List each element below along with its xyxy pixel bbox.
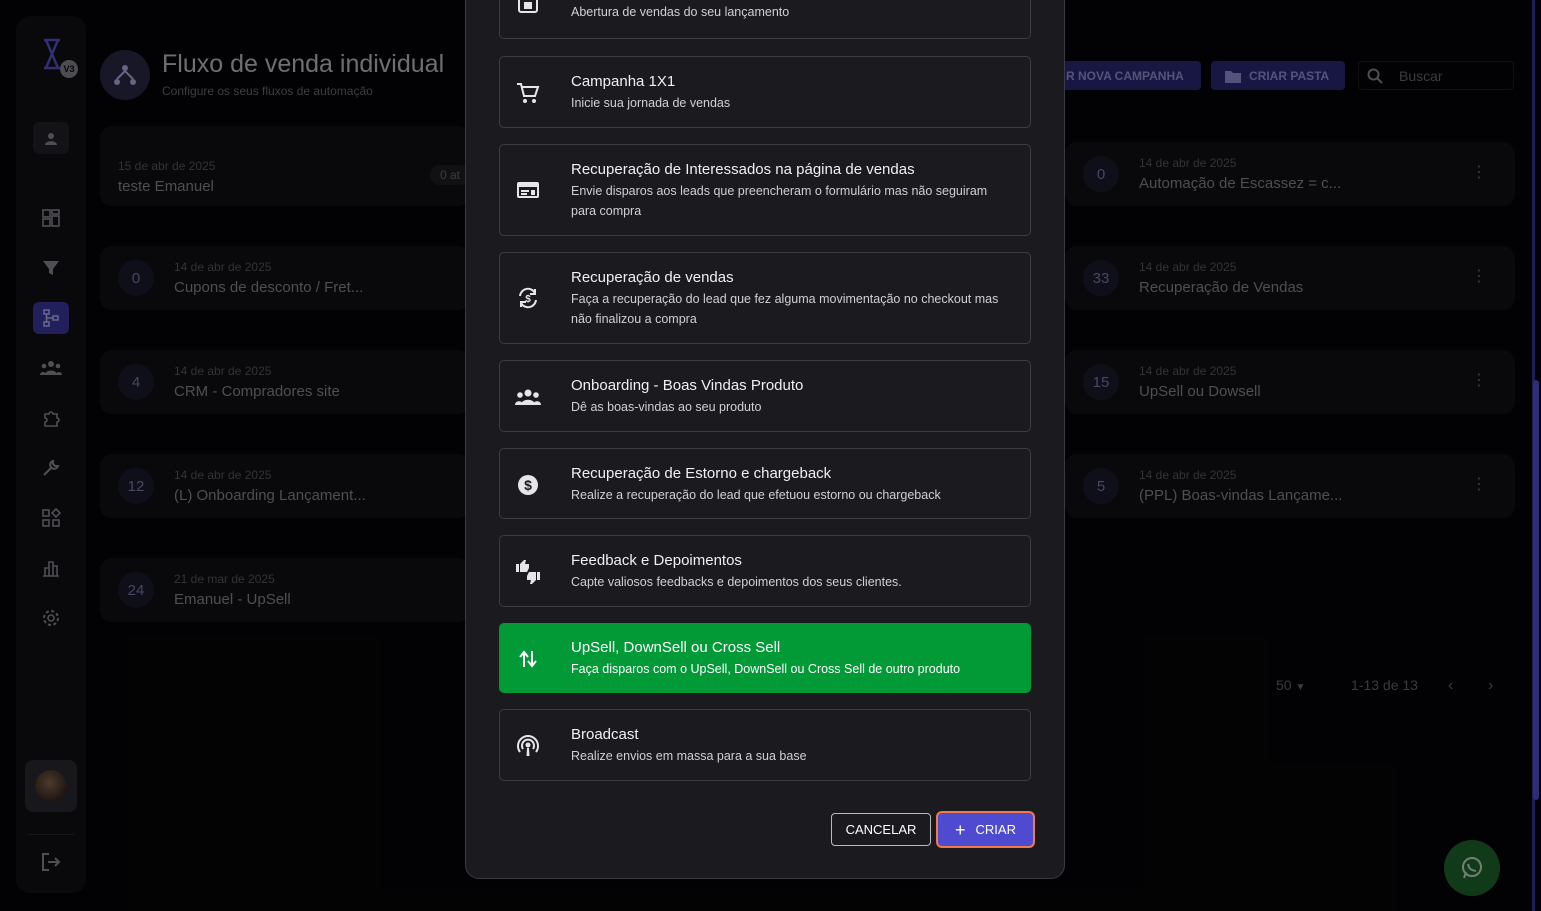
thumbs-icon <box>514 558 542 586</box>
svg-text:$: $ <box>525 294 531 305</box>
option-title: Recuperação de Estorno e chargeback <box>571 465 832 482</box>
option-recuperacao-vendas[interactable]: $ Recuperação de vendas Faça a recuperaç… <box>499 252 1031 344</box>
cart-icon <box>514 79 542 107</box>
option-description: Realize a recuperação do lead que efetuo… <box>571 488 941 502</box>
swap-vertical-icon <box>514 645 542 673</box>
dollar-circle-icon: $ <box>514 471 542 499</box>
plus-icon: + <box>955 819 966 840</box>
web-form-icon <box>514 176 542 204</box>
option-description: Realize envios em massa para a sua base <box>571 749 807 763</box>
svg-text:$: $ <box>524 477 532 493</box>
create-flow-dialog: Abertura de vendas do seu lançamento Cam… <box>465 0 1065 879</box>
option-feedback[interactable]: Feedback e Depoimentos Capte valiosos fe… <box>499 535 1031 607</box>
option-recuperacao-interessados[interactable]: Recuperação de Interessados na página de… <box>499 144 1031 236</box>
option-title: UpSell, DownSell ou Cross Sell <box>571 639 781 656</box>
option-description: Inicie sua jornada de vendas <box>571 96 731 110</box>
create-button-label: CRIAR <box>975 822 1016 837</box>
option-broadcast[interactable]: Broadcast Realize envios em massa para a… <box>499 709 1031 781</box>
option-upsell[interactable]: UpSell, DownSell ou Cross Sell Faça disp… <box>499 623 1031 693</box>
option-onboarding[interactable]: Onboarding - Boas Vindas Produto Dê as b… <box>499 360 1031 432</box>
option-description: Abertura de vendas do seu lançamento <box>571 5 790 19</box>
option-description: Faça a recuperação do lead que fez algum… <box>571 292 999 326</box>
option-title: Broadcast <box>571 726 639 743</box>
option-description: Faça disparos com o UpSell, DownSell ou … <box>571 662 961 676</box>
option-title: Campanha 1X1 <box>571 73 676 90</box>
create-button[interactable]: + CRIAR <box>936 811 1035 848</box>
cancel-button[interactable]: CANCELAR <box>831 813 931 846</box>
podcast-icon <box>514 732 542 760</box>
currency-sync-icon: $ <box>514 284 542 312</box>
option-title: Recuperação de vendas <box>571 269 734 286</box>
option-description: Capte valiosos feedbacks e depoimentos d… <box>571 575 902 589</box>
calendar-icon <box>514 0 542 20</box>
option-campanha-1x1[interactable]: Campanha 1X1 Inicie sua jornada de venda… <box>499 56 1031 128</box>
option-lancamento[interactable]: Abertura de vendas do seu lançamento <box>499 0 1031 39</box>
option-estorno-chargeback[interactable]: $ Recuperação de Estorno e chargeback Re… <box>499 448 1031 519</box>
option-description: Envie disparos aos leads que preencheram… <box>571 184 988 218</box>
option-description: Dê as boas-vindas ao seu produto <box>571 400 762 414</box>
option-title: Feedback e Depoimentos <box>571 552 742 569</box>
option-title: Onboarding - Boas Vindas Produto <box>571 377 804 394</box>
people-icon <box>514 383 542 411</box>
option-title: Recuperação de Interessados na página de… <box>571 161 915 178</box>
